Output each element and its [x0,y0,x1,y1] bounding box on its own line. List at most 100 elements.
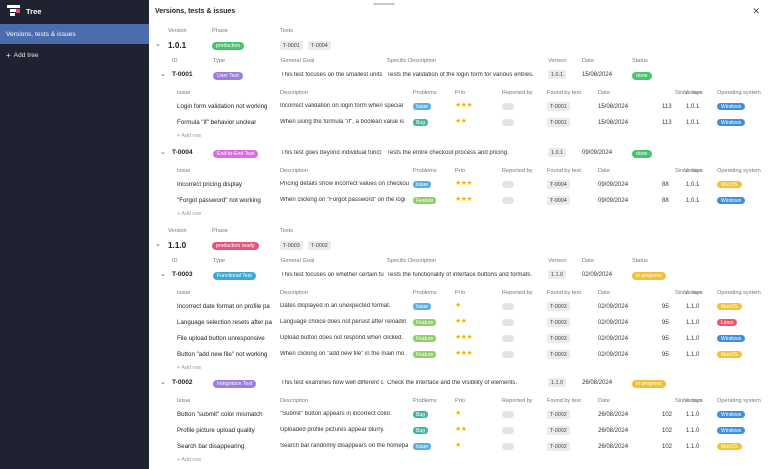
issue-version: 1.1.0 [686,304,700,310]
reported-by-toggle[interactable] [502,103,514,110]
chevron-down-icon[interactable]: ⌄ [155,240,161,248]
test-header-description: Specific Description [387,258,437,264]
phase-badge: production ready [212,242,259,250]
chevron-down-icon[interactable]: ⌄ [160,70,166,78]
issue-header-date: Date [598,290,610,296]
issue-version: 1.1.0 [686,444,700,450]
chevron-down-icon[interactable]: ⌄ [160,148,166,156]
test-header-goal: General Goal [281,258,315,264]
issue-version: 1.1.0 [686,352,700,358]
prio-stars-icon: ★★★ [455,102,473,109]
reported-by-toggle[interactable] [502,427,514,434]
test-id[interactable]: T-0001 [172,71,193,78]
add-row-button[interactable]: + Add row [177,133,201,139]
issue-since-days: 113 [662,120,672,126]
add-tree-button[interactable]: + Add tree [0,45,149,65]
test-type-badge: User Test [213,72,243,80]
found-by-test-tag[interactable]: T-0003 [547,334,570,343]
issue-title[interactable]: Profile picture upload quality [177,427,255,434]
reported-by-toggle[interactable] [502,303,514,310]
found-by-test-tag[interactable]: T-0001 [547,102,570,111]
found-by-test-tag[interactable]: T-0003 [547,318,570,327]
issue-title[interactable]: Language selection resets after pa [177,319,272,326]
problem-badge: Issue [413,103,431,110]
chevron-down-icon[interactable]: ⌄ [160,270,166,278]
issue-header-issue: Issue [177,168,191,174]
issue-since-days: 113 [662,104,672,110]
issue-version: 1.1.0 [686,412,700,418]
reported-by-toggle[interactable] [502,351,514,358]
issue-header-problems: Problems [413,168,437,174]
issue-header-reported-by: Reported by [502,90,533,96]
os-badge: MacOS [717,181,742,188]
test-id[interactable]: T-0003 [172,271,193,278]
reported-by-toggle[interactable] [502,335,514,342]
reported-by-toggle[interactable] [502,197,514,204]
reported-by-toggle[interactable] [502,443,514,450]
os-badge: Windows [717,427,746,434]
phase-badge: production [212,42,245,50]
version-name: 1.0.1 [168,41,187,50]
issue-title[interactable]: "Forgot password" not working [177,197,261,204]
linked-test-tag[interactable]: T-0001 [280,41,303,50]
sidebar-item-versions-tests-issues[interactable]: Versions, tests & issues [0,24,149,44]
issue-header-issue: Issue [177,290,191,296]
add-tree-label: Add tree [13,51,39,59]
issue-header-description: Description [280,398,308,404]
problem-badge: Issue [413,443,431,450]
found-by-test-tag[interactable]: T-0004 [547,180,570,189]
issue-since-days: 102 [662,412,673,418]
test-status-badge: in progress [632,272,666,280]
issue-title[interactable]: Incorrect date format on profile pa [177,303,270,310]
issue-title[interactable]: Login form validation not working [177,103,267,110]
issue-date: 15/08/2024 [598,120,629,126]
linked-test-tag[interactable]: T-0002 [308,241,331,250]
issue-title[interactable]: Search bar disappearing [177,443,244,450]
issue-title[interactable]: Button "add new file" not working [177,351,267,358]
add-row-button[interactable]: + Add row [177,211,201,217]
os-badge: Linux [717,319,737,326]
found-by-test-tag[interactable]: T-0001 [547,118,570,127]
add-row-button[interactable]: + Add row [177,457,201,463]
found-by-test-tag[interactable]: T-0003 [547,350,570,359]
page-title: Versions, tests & issues [155,8,236,15]
chevron-down-icon[interactable]: ⌄ [160,378,166,386]
issue-title[interactable]: File upload button unresponsive [177,335,265,342]
test-goal: This test goes beyond individual funct [281,150,382,156]
test-id[interactable]: T-0004 [172,149,193,156]
main-panel: Versions, tests & issues ✕ Version Phase T… [149,0,768,469]
issue-title[interactable]: Button "submit" color mismatch [177,411,263,418]
prio-stars-icon: ★ [455,302,461,309]
chevron-down-icon[interactable]: ⌄ [155,40,161,48]
problem-badge: Bug [413,411,428,418]
reported-by-toggle[interactable] [502,319,514,326]
test-header-version: Version [548,58,567,64]
test-header-id: ID [172,258,178,264]
found-by-test-tag[interactable]: T-0002 [547,442,570,451]
os-badge: MacOS [717,351,742,358]
test-id[interactable]: T-0002 [172,379,193,386]
issue-date: 09/09/2024 [598,198,629,204]
issue-date: 09/09/2024 [598,182,629,188]
prio-stars-icon: ★★★ [455,180,473,187]
version-name: 1.1.0 [168,241,187,250]
test-header-status: Status [632,258,648,264]
version-header-tests: Tests [280,28,294,34]
test-header-goal: General Goal [281,58,315,64]
issue-title[interactable]: Formula "if" behavior unclear [177,119,256,126]
issue-title[interactable]: Incorrect pricing display [177,181,242,188]
add-row-button[interactable]: + Add row [177,365,201,371]
reported-by-toggle[interactable] [502,411,514,418]
linked-test-tag[interactable]: T-0004 [308,41,331,50]
linked-test-tag[interactable]: T-0003 [280,241,303,250]
os-badge: MacOS [717,303,742,310]
reported-by-toggle[interactable] [502,181,514,188]
reported-by-toggle[interactable] [502,119,514,126]
found-by-test-tag[interactable]: T-0002 [547,426,570,435]
drag-handle[interactable] [373,3,395,5]
found-by-test-tag[interactable]: T-0003 [547,302,570,311]
close-icon[interactable]: ✕ [752,6,760,17]
found-by-test-tag[interactable]: T-0002 [547,410,570,419]
found-by-test-tag[interactable]: T-0004 [547,196,570,205]
issue-header-date: Date [598,398,610,404]
